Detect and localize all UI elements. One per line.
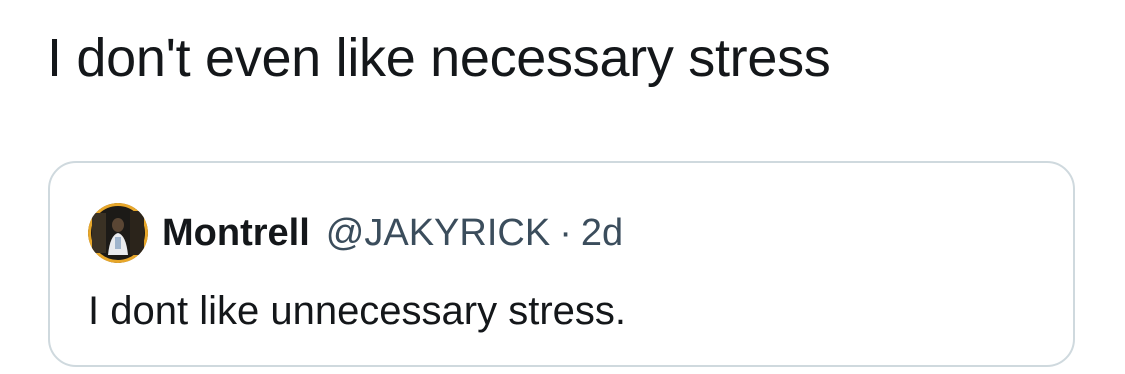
quoted-tweet-card[interactable]: Montrell @JAKYRICK · 2d I dont like unne… bbox=[48, 161, 1075, 367]
quoted-tweet-text: I dont like unnecessary stress. bbox=[88, 289, 627, 333]
tweet-text: I don't even like necessary stress bbox=[47, 28, 831, 88]
quoted-tweet-header: Montrell @JAKYRICK · 2d bbox=[88, 203, 623, 263]
avatar[interactable] bbox=[88, 203, 148, 263]
timestamp[interactable]: 2d bbox=[581, 212, 623, 255]
separator-dot: · bbox=[559, 211, 572, 254]
author-handle[interactable]: @JAKYRICK bbox=[326, 212, 550, 255]
profile-photo-avatar-icon bbox=[88, 203, 148, 263]
author-display-name[interactable]: Montrell bbox=[162, 212, 310, 255]
